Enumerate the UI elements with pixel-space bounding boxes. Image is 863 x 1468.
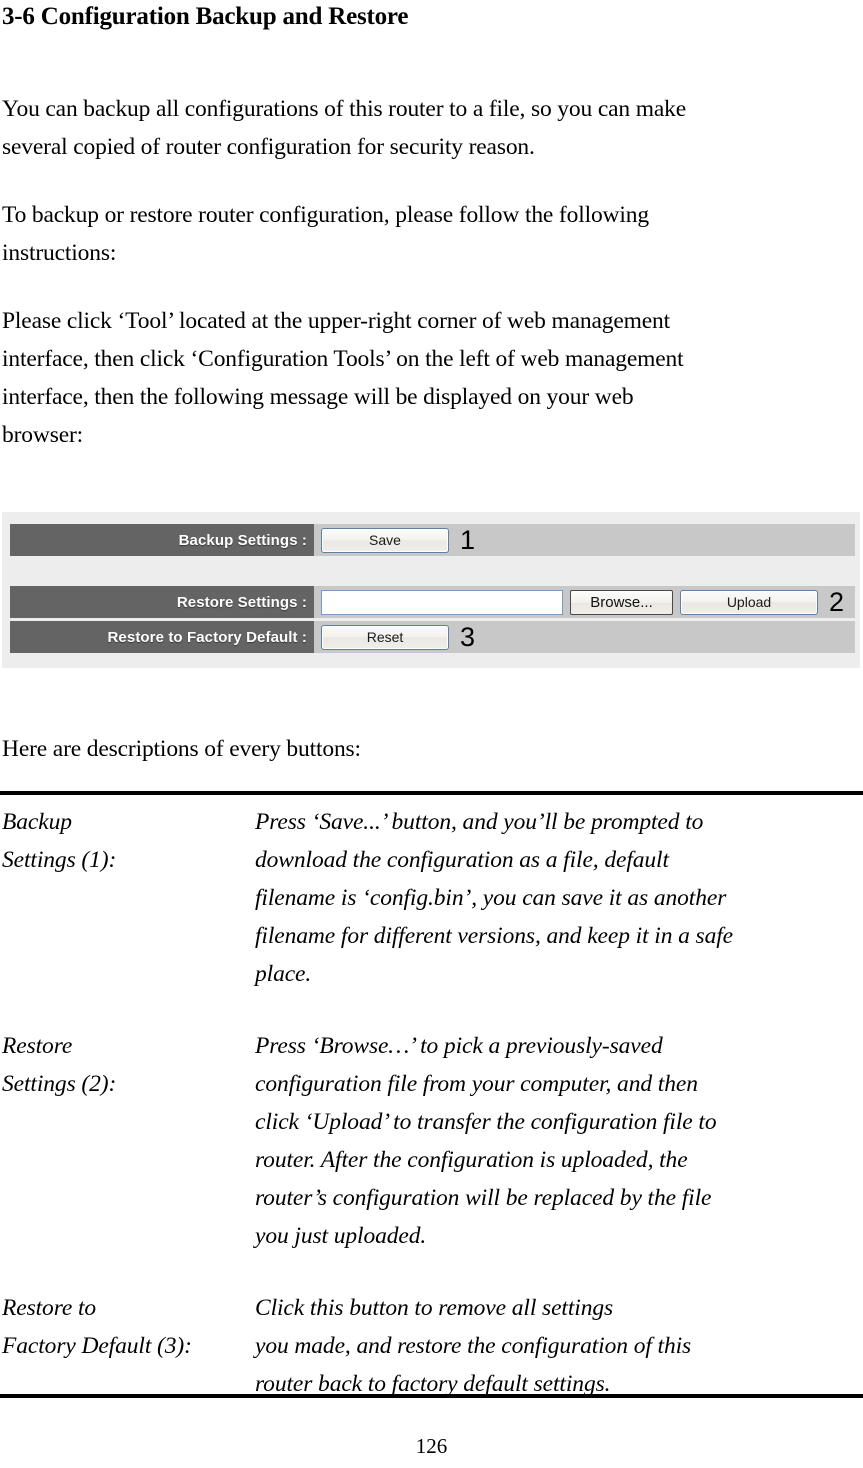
restore-factory-default-label: Restore to Factory Default : — [10, 621, 314, 653]
browse-button[interactable]: Browse... — [570, 589, 673, 615]
description-body-line: router. After the configuration is uploa… — [255, 1147, 688, 1173]
paragraph-descriptions-intro: Here are descriptions of every buttons: — [2, 730, 863, 768]
callout-number-1: 1 — [460, 524, 476, 555]
configuration-tools-panel: Backup Settings : Save 1 Restore Setting… — [2, 512, 860, 668]
callout-number-3: 3 — [460, 621, 476, 652]
description-body-line: Press ‘Save...’ button, and you’ll be pr… — [255, 809, 704, 835]
page-number: 126 — [415, 1434, 448, 1458]
description-term-line: Settings (1): — [2, 847, 117, 873]
description-body: Press ‘Browse…’ to pick a previously-sav… — [255, 1027, 863, 1255]
description-body-line: click ‘Upload’ to transfer the configura… — [255, 1109, 717, 1135]
paragraph-line: instructions: — [2, 240, 117, 266]
paragraph-click-instructions: Please click ‘Tool’ located at the upper… — [2, 302, 863, 454]
page-title: 3-6 Configuration Backup and Restore — [2, 3, 409, 30]
paragraph-intro: You can backup all configurations of thi… — [2, 90, 863, 166]
paragraph-line: interface, then click ‘Configuration Too… — [2, 346, 684, 372]
backup-settings-label: Backup Settings : — [10, 524, 314, 556]
restore-settings-value-cell: Browse... Upload 2 — [314, 586, 855, 618]
save-button[interactable]: Save — [321, 527, 449, 553]
description-body-line: filename is ‘config.bin’, you can save i… — [255, 885, 727, 911]
paragraph-line: Please click ‘Tool’ located at the upper… — [2, 308, 671, 334]
description-term: Backup Settings (1): — [2, 803, 252, 879]
description-row-restore-factory-default: Restore to Factory Default (3): Click th… — [2, 1289, 863, 1403]
description-body-line: you just uploaded. — [255, 1223, 427, 1249]
description-term-line: Backup — [2, 809, 72, 835]
description-term: Restore to Factory Default (3): — [2, 1289, 252, 1365]
description-body-line: download the configuration as a file, de… — [255, 847, 669, 873]
paragraph-line: browser: — [2, 422, 84, 448]
description-term: Restore Settings (2): — [2, 1027, 252, 1103]
paragraph-line: You can backup all configurations of thi… — [2, 96, 687, 122]
paragraph-line: Here are descriptions of every buttons: — [2, 736, 361, 762]
description-body-line: configuration file from your computer, a… — [255, 1071, 698, 1097]
description-term-line: Restore to — [2, 1295, 97, 1321]
table-bottom-rule — [0, 1394, 863, 1398]
restore-file-path-input[interactable] — [321, 589, 563, 615]
paragraph-line: several copied of router configuration f… — [2, 134, 535, 160]
reset-button[interactable]: Reset — [321, 624, 449, 650]
description-body-line: place. — [255, 961, 312, 987]
backup-settings-value-cell: Save 1 — [314, 524, 855, 556]
upload-button[interactable]: Upload — [680, 589, 818, 615]
description-term-line: Restore — [2, 1033, 73, 1059]
document-page: 3-6 Configuration Backup and Restore You… — [0, 0, 863, 1468]
description-body-line: Press ‘Browse…’ to pick a previously-sav… — [255, 1033, 663, 1059]
table-top-rule — [0, 791, 863, 795]
callout-number-2: 2 — [829, 586, 845, 617]
restore-settings-label: Restore Settings : — [10, 586, 314, 618]
description-row-restore-settings: Restore Settings (2): Press ‘Browse…’ to… — [2, 1027, 863, 1255]
restore-factory-default-row: Restore to Factory Default : Reset 3 — [10, 621, 855, 653]
description-body: Click this button to remove all settings… — [255, 1289, 863, 1403]
backup-settings-row: Backup Settings : Save 1 — [10, 524, 855, 556]
description-term-line: Factory Default (3): — [2, 1333, 192, 1359]
description-body-line: you made, and restore the configuration … — [255, 1333, 692, 1359]
description-term-line: Settings (2): — [2, 1071, 117, 1097]
restore-settings-row: Restore Settings : Browse... Upload 2 — [10, 586, 855, 618]
description-row-backup-settings: Backup Settings (1): Press ‘Save...’ but… — [2, 803, 863, 993]
paragraph-line: interface, then the following message wi… — [2, 384, 634, 410]
description-body-line: filename for different versions, and kee… — [255, 923, 734, 949]
description-body-line: Click this button to remove all settings — [255, 1295, 614, 1321]
description-body: Press ‘Save...’ button, and you’ll be pr… — [255, 803, 863, 993]
description-body-line: router’s configuration will be replaced … — [255, 1185, 712, 1211]
restore-factory-default-value-cell: Reset 3 — [314, 621, 855, 653]
paragraph-howto: To backup or restore router configuratio… — [2, 196, 863, 272]
paragraph-line: To backup or restore router configuratio… — [2, 202, 649, 228]
